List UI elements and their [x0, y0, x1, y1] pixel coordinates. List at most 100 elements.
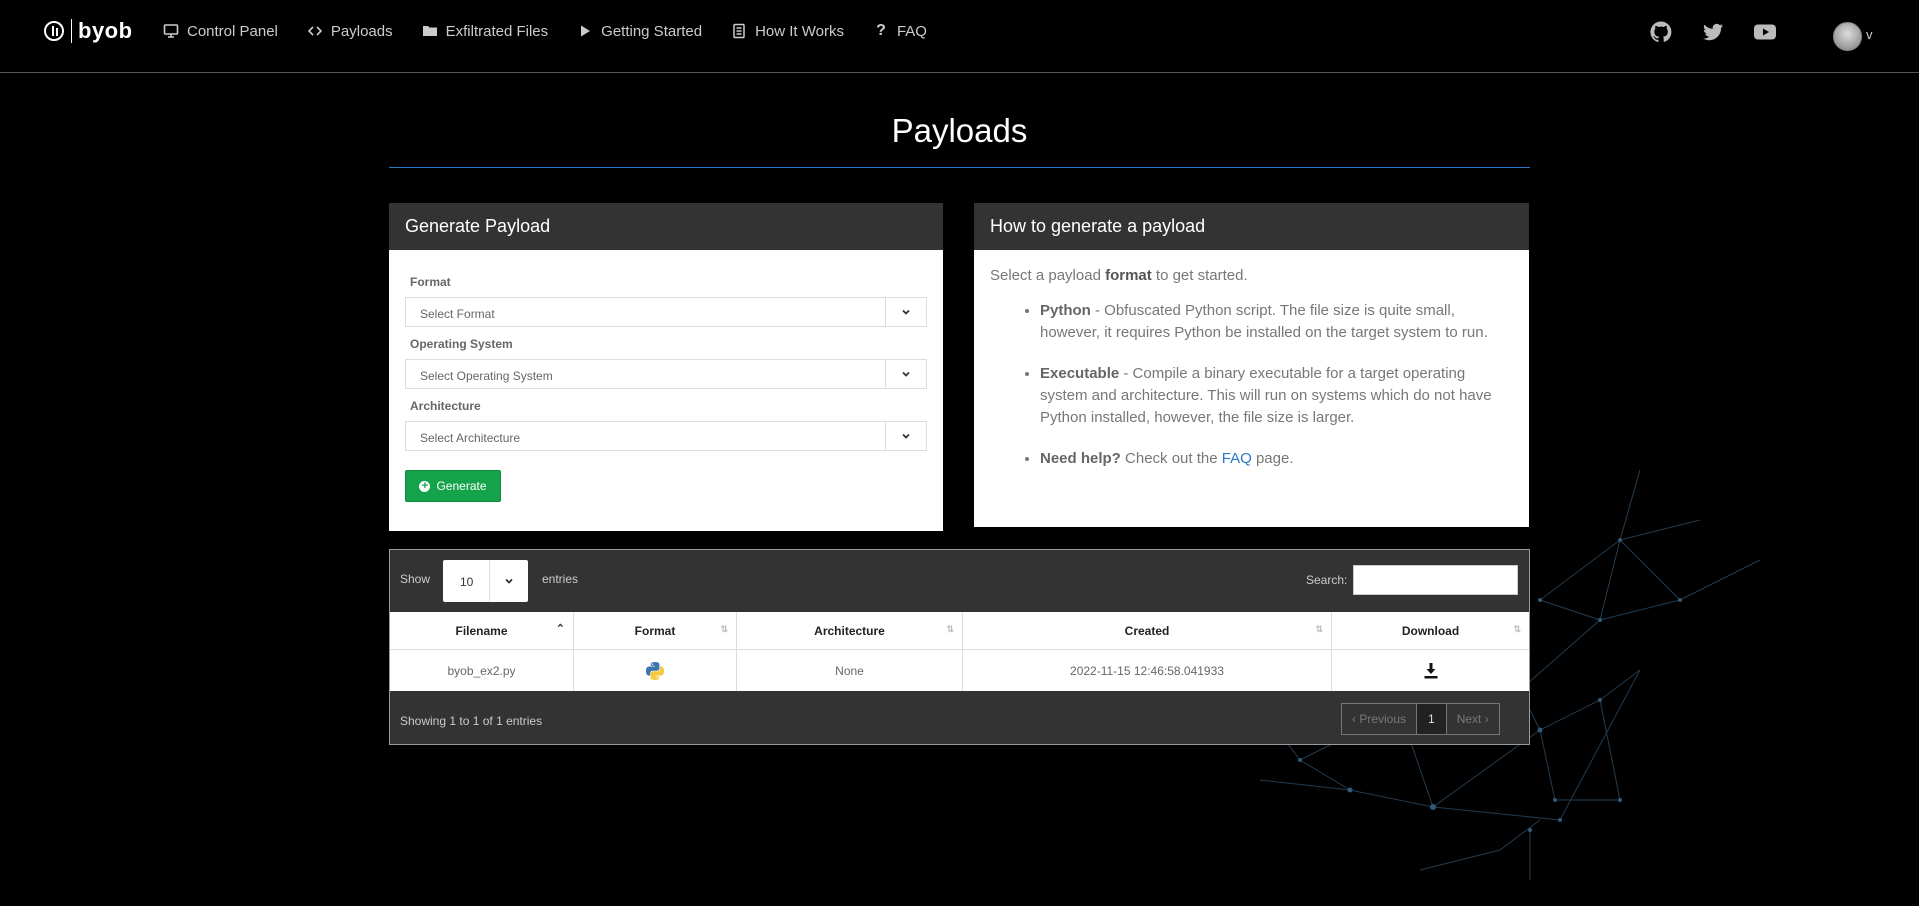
plus-circle-icon: + — [419, 480, 431, 492]
search-label: Search: — [1306, 573, 1348, 587]
pagination-previous[interactable]: ‹ Previous — [1342, 704, 1416, 734]
title-divider — [389, 167, 1530, 168]
how-list: Python - Obfuscated Python script. The f… — [990, 300, 1513, 470]
nav-payloads-label: Payloads — [330, 22, 393, 40]
pagination-previous-label: Previous — [1359, 712, 1407, 726]
nav-getting-started-label: Getting Started — [601, 22, 703, 40]
help-text-end: page. — [1251, 450, 1294, 467]
nav-payloads[interactable]: Payloads — [306, 20, 393, 42]
entries-per-page-value: 10 — [460, 575, 474, 589]
top-navbar: byob Control Panel Payloads Exfiltrated … — [0, 0, 1919, 73]
pagination: ‹ Previous 1 Next › — [1341, 703, 1500, 735]
format-select-placeholder: Select Format — [420, 307, 495, 321]
column-header-label: Format — [634, 623, 676, 638]
nav-exfiltrated-files[interactable]: Exfiltrated Files — [421, 20, 549, 42]
nav-exfiltrated-files-label: Exfiltrated Files — [445, 22, 549, 40]
how-panel-title: How to generate a payload — [974, 203, 1529, 250]
entries-label: entries — [542, 572, 579, 586]
architecture-select-toggle[interactable] — [885, 422, 926, 450]
generate-button-label: Generate — [436, 479, 487, 493]
twitter-link[interactable] — [1701, 20, 1725, 44]
generate-button[interactable]: + Generate — [405, 470, 501, 502]
nav-faq[interactable]: ? FAQ — [872, 20, 927, 42]
column-header-label: Created — [1124, 623, 1170, 638]
chevron-down-icon — [505, 578, 513, 584]
cell-format — [573, 649, 737, 691]
how-intro-text-end: to get started. — [1151, 267, 1248, 284]
document-icon — [730, 22, 748, 40]
column-header-architecture[interactable]: Architecture ⇅ — [736, 612, 963, 650]
table-header-row: Filename ⌃ Format ⇅ Architecture ⇅ Created ⇅… — [390, 612, 1529, 650]
sort-ascending-icon: ⌃ — [555, 623, 565, 635]
python-description: - Obfuscated Python script. The file siz… — [1040, 302, 1488, 341]
chevron-down-icon — [902, 433, 910, 439]
sort-icon: ⇅ — [1513, 624, 1521, 634]
nav-getting-started[interactable]: Getting Started — [576, 20, 702, 42]
pagination-next-label: Next — [1456, 712, 1482, 726]
code-icon — [306, 22, 324, 40]
os-select-placeholder: Select Operating System — [420, 369, 553, 383]
os-select[interactable]: Select Operating System — [405, 359, 927, 389]
cell-architecture: None — [736, 649, 963, 691]
column-header-label: Download — [1401, 623, 1460, 638]
architecture-label: Architecture — [410, 399, 481, 413]
entries-per-page-select[interactable]: 10 — [443, 560, 528, 602]
chevron-down-icon — [902, 371, 910, 377]
help-text: Check out the — [1120, 450, 1222, 467]
help-title: Need help? — [1040, 450, 1121, 467]
folder-icon — [421, 22, 439, 40]
brand-logo-link[interactable]: byob — [44, 18, 133, 44]
cell-download — [1332, 650, 1530, 692]
table-search-input[interactable] — [1353, 565, 1518, 595]
nav-how-it-works[interactable]: How It Works — [730, 20, 844, 42]
pagination-next[interactable]: Next › — [1447, 704, 1499, 734]
byob-logo-icon — [44, 21, 64, 41]
format-label: Format — [410, 275, 451, 289]
user-avatar[interactable] — [1833, 22, 1862, 51]
payloads-table-panel: Show 10 entries Search: Filename ⌃ Format… — [389, 549, 1530, 745]
nav-control-panel[interactable]: Control Panel — [162, 20, 278, 42]
architecture-select-placeholder: Select Architecture — [420, 431, 521, 445]
youtube-icon — [1754, 24, 1776, 40]
cell-filename: byob_ex2.py — [390, 649, 574, 691]
nav-faq-label: FAQ — [896, 22, 927, 40]
page-title: Payloads — [891, 112, 1028, 149]
table-info: Showing 1 to 1 of 1 entries — [400, 714, 543, 728]
os-select-toggle[interactable] — [885, 360, 926, 388]
github-link[interactable] — [1649, 20, 1673, 44]
list-item-help: Need help? Check out the FAQ page. — [1040, 448, 1513, 470]
column-header-download[interactable]: Download ⇅ — [1331, 612, 1529, 650]
how-intro: Select a payload format to get started. — [990, 267, 1513, 284]
os-label: Operating System — [410, 337, 513, 351]
table-row: byob_ex2.py None 2022-11-15 12:46:58.041… — [390, 649, 1530, 692]
user-menu-caret[interactable]: v — [1866, 27, 1873, 42]
generate-panel-title: Generate Payload — [389, 203, 943, 250]
nav-control-panel-label: Control Panel — [187, 22, 278, 40]
pagination-page-current[interactable]: 1 — [1416, 704, 1447, 734]
main-nav: Control Panel Payloads Exfiltrated Files… — [162, 20, 955, 42]
show-label: Show — [400, 572, 431, 586]
monitor-icon — [162, 22, 180, 40]
brand-name: byob — [78, 18, 133, 43]
cell-created: 2022-11-15 12:46:58.041933 — [962, 649, 1332, 691]
youtube-link[interactable] — [1753, 20, 1777, 44]
download-icon[interactable] — [1423, 662, 1439, 680]
twitter-icon — [1703, 23, 1723, 41]
column-header-format[interactable]: Format ⇅ — [573, 612, 737, 650]
faq-link[interactable]: FAQ — [1222, 450, 1252, 467]
how-intro-bold: format — [1105, 267, 1152, 284]
nav-how-it-works-label: How It Works — [755, 22, 844, 40]
column-header-filename[interactable]: Filename ⌃ — [390, 612, 574, 650]
format-select[interactable]: Select Format — [405, 297, 927, 327]
format-select-toggle[interactable] — [885, 298, 926, 326]
how-intro-text: Select a payload — [990, 267, 1106, 284]
executable-title: Executable — [1040, 365, 1120, 382]
architecture-select[interactable]: Select Architecture — [405, 421, 927, 451]
column-header-created[interactable]: Created ⇅ — [962, 612, 1332, 650]
chevron-down-icon — [902, 309, 910, 315]
how-to-panel: How to generate a payload Select a paylo… — [974, 203, 1529, 527]
list-item-python: Python - Obfuscated Python script. The f… — [1040, 300, 1513, 344]
payloads-table: Filename ⌃ Format ⇅ Architecture ⇅ Created ⇅… — [390, 612, 1529, 691]
github-icon — [1650, 21, 1672, 43]
entries-select-toggle[interactable] — [489, 560, 528, 602]
